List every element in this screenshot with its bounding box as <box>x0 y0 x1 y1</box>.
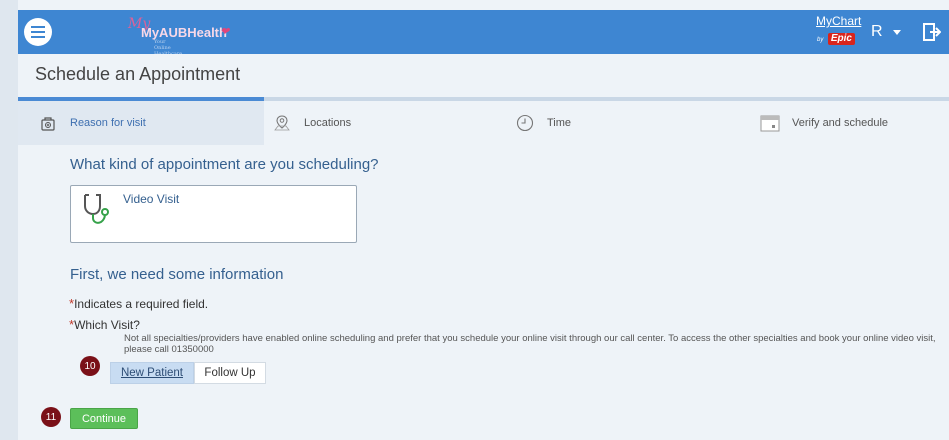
which-visit-label: *Which Visit? <box>69 317 140 332</box>
mychart-logo[interactable]: MyChart by Epic <box>816 14 861 48</box>
new-patient-button[interactable]: New Patient <box>110 362 194 384</box>
required-note: *Indicates a required field. <box>69 296 208 311</box>
step-label: Time <box>547 117 572 129</box>
step-badge: 10 <box>80 356 100 376</box>
step-label: Locations <box>304 117 352 129</box>
step-label: Reason for visit <box>70 117 146 129</box>
title-bar: Schedule an Appointment <box>18 54 949 96</box>
step-verify-and-schedule[interactable]: Verify and schedule <box>760 101 888 145</box>
user-initial: R <box>871 23 883 40</box>
calendar-icon <box>760 113 780 133</box>
info-heading: First, we need some information <box>70 266 284 283</box>
menu-icon[interactable] <box>24 18 52 46</box>
logout-icon[interactable] <box>923 22 942 42</box>
step-locations[interactable]: Locations <box>272 101 351 145</box>
step-bar: Reason for visit Locations Time Verify a… <box>18 101 949 145</box>
step-label: Verify and schedule <box>792 117 889 129</box>
step-time[interactable]: Time <box>515 101 571 145</box>
chevron-down-icon <box>892 29 901 35</box>
step-badge: 11 <box>41 407 61 427</box>
scheduling-note: Not all specialties/providers have enabl… <box>124 333 936 355</box>
location-icon <box>272 113 292 133</box>
user-menu-button[interactable]: R <box>867 18 911 46</box>
left-frame <box>0 0 18 440</box>
step-reason-for-visit[interactable]: Reason for visit <box>18 101 264 145</box>
medkit-icon <box>38 113 58 133</box>
video-visit-card[interactable]: Video Visit <box>70 185 357 243</box>
top-bar: My MyAUBHealth ❤ Your Online Healthcare … <box>18 10 949 57</box>
clock-icon <box>515 113 535 133</box>
stethoscope-icon <box>81 192 111 231</box>
which-visit-text: Which Visit? <box>74 318 140 332</box>
follow-up-button[interactable]: Follow Up <box>194 362 266 384</box>
page-title: Schedule an Appointment <box>35 64 241 84</box>
appointment-question: What kind of appointment are you schedul… <box>70 156 379 173</box>
visit-type-label: Video Visit <box>123 192 180 206</box>
continue-button[interactable]: Continue <box>70 408 138 429</box>
required-note-text: Indicates a required field. <box>74 297 209 311</box>
